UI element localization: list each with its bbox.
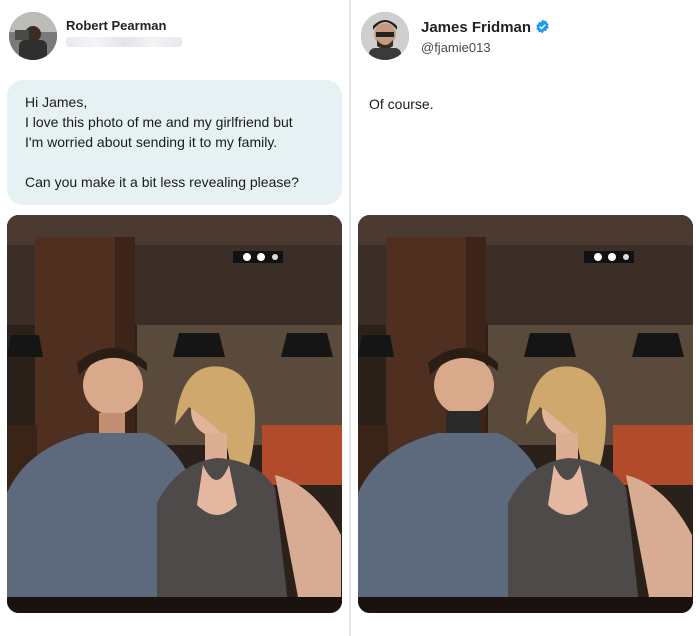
user-name[interactable]: James Fridman	[421, 19, 550, 36]
user-name[interactable]: Robert Pearman	[66, 18, 166, 33]
message-line: I love this photo of me and my girlfrien…	[25, 114, 293, 130]
message-line: I'm worried about sending it to my famil…	[25, 134, 278, 150]
user-avatar[interactable]	[9, 12, 57, 60]
message-line: Hi James,	[25, 94, 88, 110]
profile-photo-icon	[9, 12, 57, 60]
profile-photo-icon	[361, 12, 409, 60]
post-header: James Fridman @fjamie013	[351, 0, 700, 75]
message-bubble: Hi James, I love this photo of me and my…	[7, 80, 342, 205]
user-handle[interactable]: @fjamie013	[421, 40, 491, 55]
restaurant-couple-photo	[7, 215, 342, 613]
message-line: Can you make it a bit less revealing ple…	[25, 174, 299, 190]
user-name-text: James Fridman	[421, 19, 532, 36]
reply-post: James Fridman @fjamie013 Of course.	[351, 0, 700, 636]
user-avatar[interactable]	[361, 12, 409, 60]
original-photo[interactable]	[7, 215, 342, 613]
redacted-handle	[66, 37, 182, 47]
request-post: Robert Pearman Hi James, I love this pho…	[0, 0, 349, 636]
restaurant-couple-photo-edited	[358, 215, 693, 613]
verified-badge-icon	[535, 19, 550, 34]
reply-text: Of course.	[369, 96, 434, 112]
edited-photo[interactable]	[358, 215, 693, 613]
post-header: Robert Pearman	[0, 0, 349, 75]
